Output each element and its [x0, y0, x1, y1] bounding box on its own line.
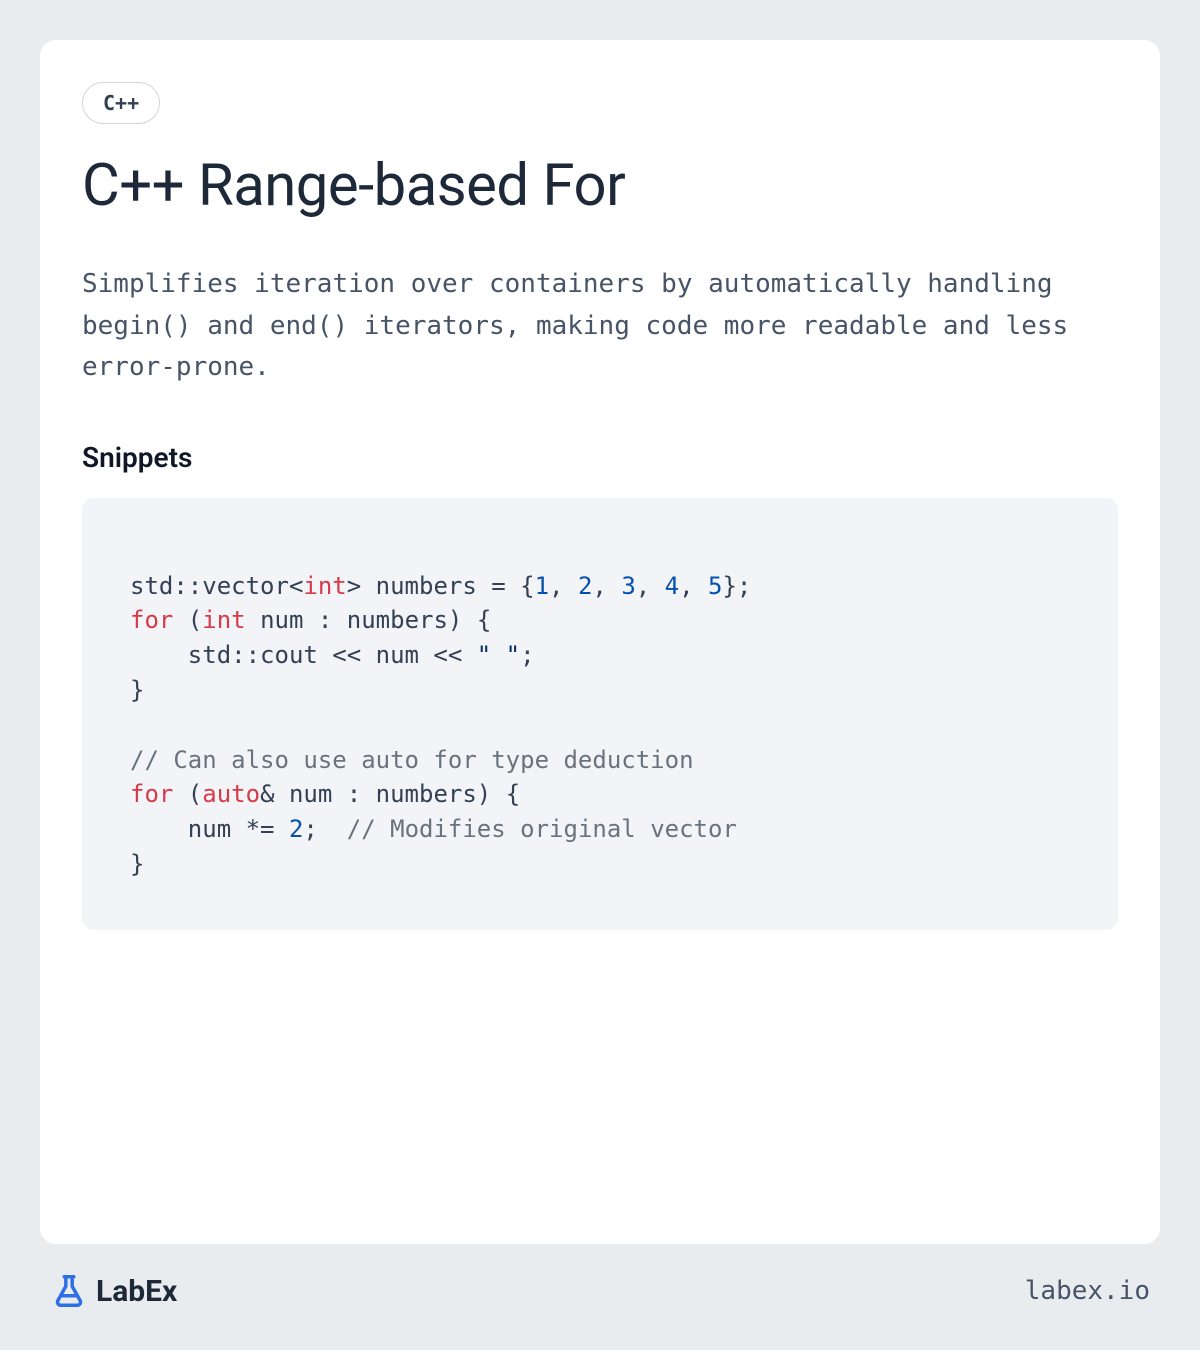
- code-number: 1: [535, 572, 549, 600]
- code-text: ;: [520, 641, 534, 669]
- code-type: auto: [202, 780, 260, 808]
- code-type: int: [202, 606, 245, 634]
- code-text: & num : numbers) {: [260, 780, 520, 808]
- code-text: num : numbers) {: [246, 606, 492, 634]
- code-keyword: for: [130, 606, 173, 634]
- language-tag: C++: [82, 82, 160, 124]
- code-text: }: [130, 676, 144, 704]
- code-number: 2: [289, 815, 303, 843]
- code-type: int: [303, 572, 346, 600]
- code-snippet: std::vector<int> numbers = {1, 2, 3, 4, …: [82, 498, 1118, 930]
- code-text: ;: [303, 815, 346, 843]
- code-comment: // Can also use auto for type deduction: [130, 746, 694, 774]
- code-string: " ": [477, 641, 520, 669]
- description-text: Simplifies iteration over containers by …: [82, 264, 1118, 389]
- page-title: C++ Range-based For: [82, 152, 1118, 220]
- code-text: (: [173, 780, 202, 808]
- code-number: 4: [665, 572, 679, 600]
- site-url: labex.io: [1025, 1276, 1150, 1306]
- flask-icon: [50, 1272, 88, 1310]
- code-keyword: for: [130, 780, 173, 808]
- code-text: (: [173, 606, 202, 634]
- code-text: > numbers = {: [347, 572, 535, 600]
- code-text: };: [722, 572, 751, 600]
- logo: LabEx: [50, 1272, 177, 1310]
- footer: LabEx labex.io: [40, 1244, 1160, 1310]
- code-comment: // Modifies original vector: [347, 815, 737, 843]
- code-text: }: [130, 850, 144, 878]
- code-number: 2: [578, 572, 592, 600]
- code-number: 3: [621, 572, 635, 600]
- code-text: std::cout << num <<: [130, 641, 477, 669]
- code-text: num *=: [130, 815, 289, 843]
- logo-text: LabEx: [96, 1274, 177, 1309]
- section-title: Snippets: [82, 441, 1118, 474]
- code-text: std::vector<: [130, 572, 303, 600]
- code-number: 5: [708, 572, 722, 600]
- content-card: C++ C++ Range-based For Simplifies itera…: [40, 40, 1160, 1244]
